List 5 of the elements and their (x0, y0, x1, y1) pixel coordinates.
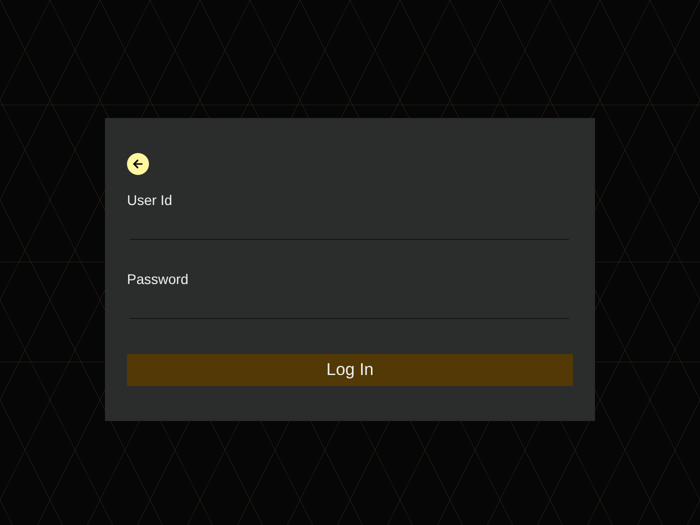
back-arrow-icon (132, 158, 144, 170)
back-button[interactable] (127, 153, 149, 175)
login-button[interactable]: Log In (127, 354, 573, 386)
field-label: Password (127, 271, 190, 287)
field-label: User Id (127, 192, 174, 208)
